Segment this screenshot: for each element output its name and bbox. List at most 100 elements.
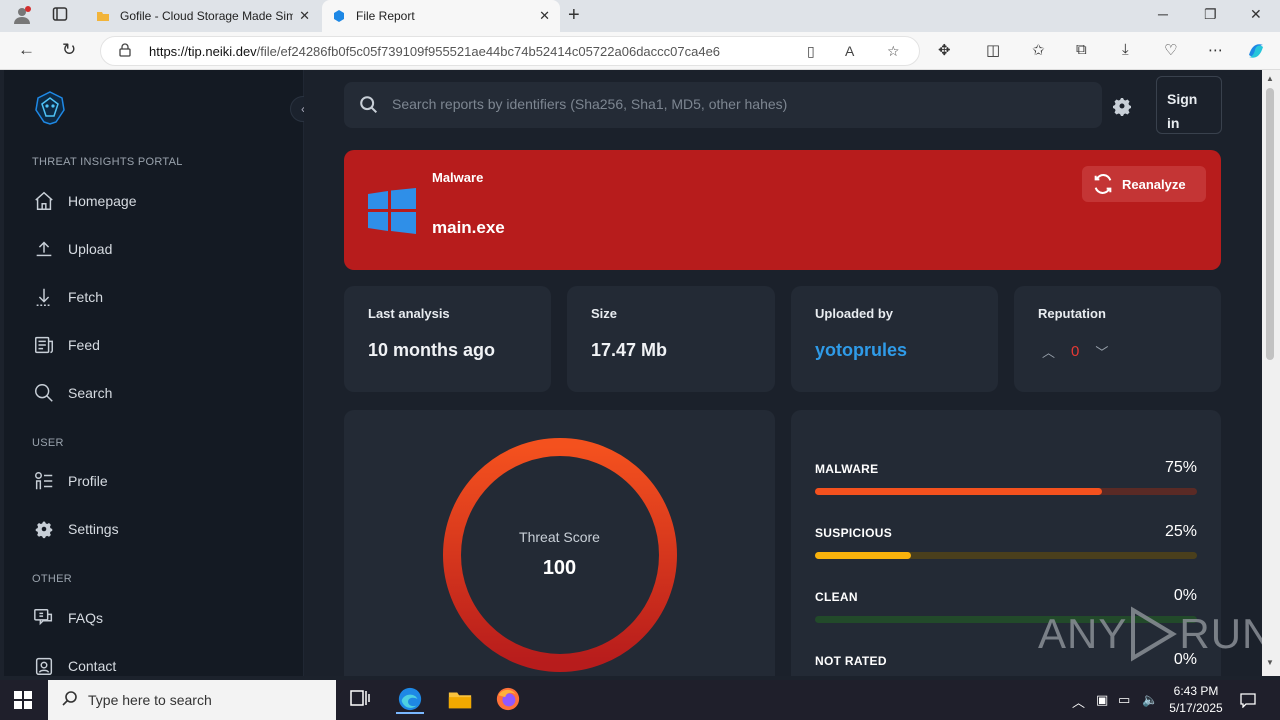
- sidebar-item-contact[interactable]: Contact: [32, 649, 282, 676]
- threat-score-value: 100: [542, 557, 577, 579]
- lock-icon: [119, 43, 131, 60]
- app-viewport: THREAT INSIGHTS PORTAL Homepage Upload F…: [4, 70, 1262, 676]
- read-aloud-icon[interactable]: A: [845, 43, 854, 59]
- minimize-icon[interactable]: ─: [1158, 6, 1168, 22]
- reputation-value: 0: [1071, 343, 1080, 360]
- size-card: Size 17.47 Mb: [567, 286, 775, 392]
- file-name: main.exe: [432, 218, 505, 237]
- task-view-icon[interactable]: [348, 686, 376, 714]
- sidebar-item-fetch[interactable]: Fetch: [32, 280, 282, 314]
- sidebar-item-search[interactable]: Search: [32, 376, 282, 410]
- url-field[interactable]: https://tip.neiki.dev/file/ef24286fb0f5c…: [100, 36, 920, 66]
- back-icon[interactable]: ←: [18, 40, 35, 60]
- scroll-up-icon[interactable]: ▲: [1266, 74, 1274, 83]
- reanalyze-button[interactable]: Reanalyze: [1082, 166, 1206, 202]
- url-text: https://tip.neiki.dev/file/ef24286fb0f5c…: [149, 44, 721, 59]
- faq-icon: [32, 606, 56, 630]
- new-tab-icon[interactable]: +: [568, 4, 580, 27]
- volume-icon[interactable]: 🔈: [1142, 692, 1158, 708]
- section-threat-insights-portal: THREAT INSIGHTS PORTAL: [32, 156, 183, 168]
- site-favicon-icon: [332, 9, 346, 23]
- tab-gofile[interactable]: Gofile - Cloud Storage Made Sim ✕: [86, 0, 320, 32]
- close-window-icon[interactable]: ✕: [1250, 6, 1262, 23]
- sidebar-item-profile[interactable]: Profile: [32, 464, 282, 498]
- copilot-icon[interactable]: [1246, 41, 1266, 65]
- device-icon[interactable]: ▣: [1096, 692, 1108, 708]
- favorite-star-icon[interactable]: ☆: [887, 43, 900, 60]
- reputation-card: Reputation ︿ 0 ﹀: [1014, 286, 1221, 392]
- collections-icon[interactable]: ⧉: [1076, 41, 1087, 58]
- sidebar-item-homepage[interactable]: Homepage: [32, 184, 282, 218]
- last-analysis-value: 10 months ago: [368, 340, 496, 360]
- sidebar-item-label: Feed: [68, 337, 100, 353]
- uploader-link[interactable]: yotoprules: [815, 340, 907, 361]
- scrollbar-thumb[interactable]: [1266, 88, 1274, 360]
- report-search-input[interactable]: Search reports by identifiers (Sha256, S…: [344, 82, 1102, 128]
- restore-icon[interactable]: ❐: [1204, 6, 1217, 23]
- taskbar-search-input[interactable]: Type here to search: [48, 680, 336, 720]
- uploaded-by-label: Uploaded by: [815, 306, 894, 321]
- tray-overflow-icon[interactable]: ︿: [1072, 692, 1085, 711]
- sign-in-button[interactable]: Sign in: [1156, 76, 1222, 134]
- stat-track: [815, 552, 1197, 559]
- sidebar-item-feed[interactable]: Feed: [32, 328, 282, 362]
- clock-time: 6:43 PM: [1173, 684, 1219, 698]
- page-scrollbar[interactable]: ▲ ▼: [1262, 70, 1280, 676]
- reputation-voter: ︿ 0 ﹀: [1042, 342, 1108, 361]
- upvote-icon[interactable]: ︿: [1042, 342, 1055, 361]
- tab-actions-icon[interactable]: [50, 6, 70, 26]
- profile-icon[interactable]: [12, 6, 32, 26]
- reputation-label: Reputation: [1038, 306, 1106, 321]
- sidebar-item-upload[interactable]: Upload: [32, 232, 282, 266]
- scroll-down-icon[interactable]: ▼: [1266, 658, 1274, 667]
- close-tab-icon[interactable]: ✕: [539, 8, 550, 24]
- sidebar-item-faqs[interactable]: FAQs: [32, 601, 282, 635]
- sidebar-item-settings[interactable]: Settings: [32, 512, 282, 546]
- system-clock[interactable]: 6:43 PM 5/17/2025: [1168, 683, 1224, 717]
- tab-file-report[interactable]: File Report ✕: [322, 0, 560, 32]
- settings-gear-button[interactable]: [1110, 94, 1134, 118]
- page-icon[interactable]: ▯: [807, 43, 815, 60]
- size-value: 17.47 Mb: [591, 340, 668, 360]
- file-explorer-icon[interactable]: [446, 686, 474, 714]
- download-icon: [32, 285, 56, 309]
- downloads-icon[interactable]: ⤓: [1122, 41, 1129, 58]
- windows-logo-icon: [368, 188, 416, 234]
- search-icon: [358, 94, 380, 121]
- stat-name: CLEAN: [815, 590, 858, 604]
- threat-score-card: Threat Score 100: [344, 410, 775, 676]
- section-other: OTHER: [32, 573, 72, 585]
- stat-percent: 75%: [1164, 459, 1197, 476]
- reanalyze-label: Reanalyze: [1122, 176, 1186, 192]
- size-label: Size: [591, 306, 618, 321]
- sign-in-label-line2: in: [1167, 115, 1180, 131]
- last-analysis-label: Last analysis: [368, 306, 450, 321]
- stat-fill: [815, 488, 1102, 495]
- refresh-icon[interactable]: ↻: [62, 40, 76, 60]
- close-tab-icon[interactable]: ✕: [299, 8, 310, 24]
- extensions-icon[interactable]: ✥: [938, 41, 951, 59]
- watermark-left: ANY: [1038, 610, 1128, 657]
- split-screen-icon[interactable]: ◫: [986, 41, 1000, 59]
- tab-title: File Report: [356, 9, 415, 23]
- sidebar-item-label: Upload: [68, 241, 113, 257]
- contact-icon: [32, 654, 56, 676]
- windows-start-icon[interactable]: [14, 691, 32, 714]
- performance-icon[interactable]: ♡: [1164, 41, 1177, 59]
- sidebar: THREAT INSIGHTS PORTAL Homepage Upload F…: [4, 70, 304, 676]
- downvote-icon[interactable]: ﹀: [1095, 342, 1108, 361]
- browser-tab-bar: Gofile - Cloud Storage Made Sim ✕ File R…: [0, 0, 1280, 32]
- tab-title: Gofile - Cloud Storage Made Sim: [120, 9, 294, 23]
- sidebar-item-label: Search: [68, 385, 113, 401]
- more-menu-icon[interactable]: ⋯: [1208, 41, 1223, 59]
- favorites-icon[interactable]: ✩: [1032, 41, 1045, 59]
- last-analysis-card: Last analysis 10 months ago: [344, 286, 551, 392]
- edge-browser-icon[interactable]: [396, 686, 424, 714]
- profile-list-icon: [32, 469, 56, 493]
- notifications-icon[interactable]: [1240, 692, 1256, 711]
- search-icon: [62, 690, 78, 711]
- network-icon[interactable]: ▭: [1118, 692, 1130, 708]
- logo-icon[interactable]: [32, 90, 68, 126]
- firefox-icon[interactable]: [494, 686, 522, 714]
- stat-fill: [815, 552, 911, 559]
